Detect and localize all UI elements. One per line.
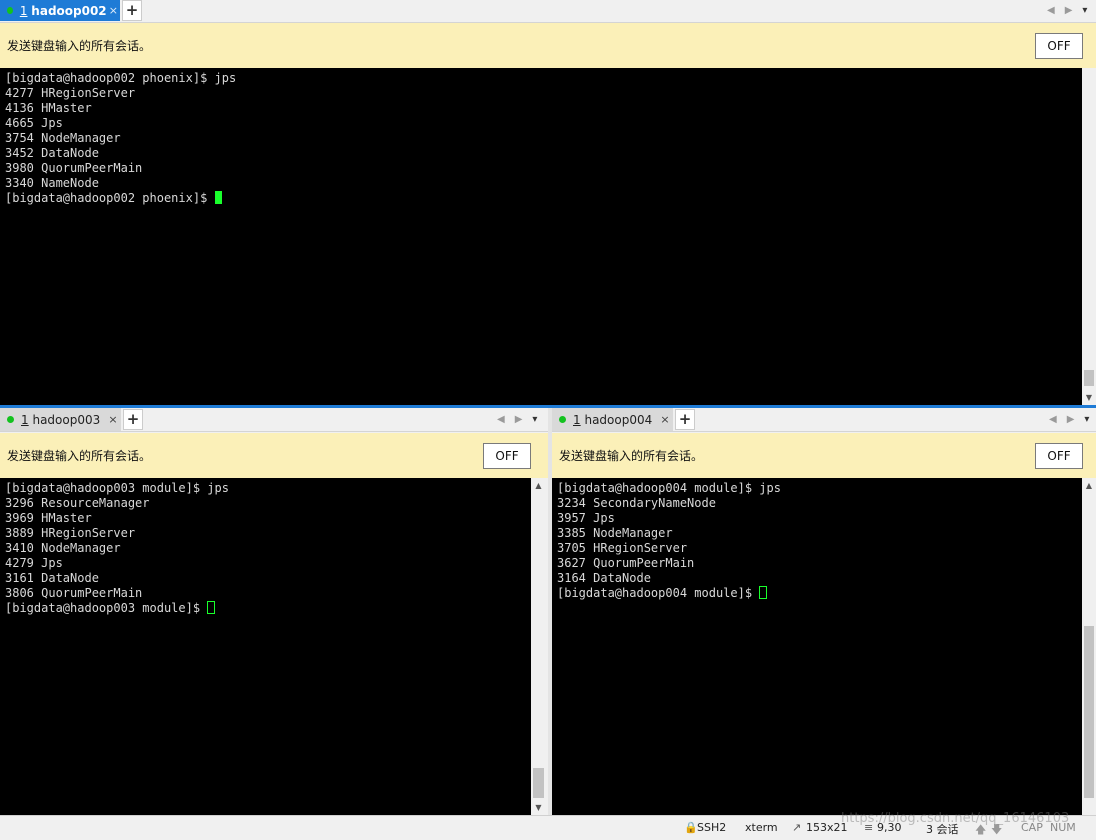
top-session-pane: 1 hadoop002 × + ◀ ▶ ▾ 发送键盘输入的所有会话。 OFF [… (0, 0, 1096, 405)
connected-dot-icon (559, 416, 566, 423)
tab-next-icon[interactable]: ▶ (1065, 5, 1073, 16)
scroll-up-icon[interactable]: ▲ (531, 478, 546, 493)
left-tab-bar: 1 hadoop003 × + ◀ ▶ ▾ (0, 408, 548, 432)
terminal-line: 3806 QuorumPeerMain (5, 586, 143, 600)
banner-message: 发送键盘输入的所有会话。 (7, 39, 152, 53)
terminal-line: 3410 NodeManager (5, 541, 121, 555)
terminal-prompt: [bigdata@hadoop003 module]$ (5, 601, 208, 615)
terminal-prompt: [bigdata@hadoop002 phoenix]$ (5, 191, 215, 205)
connected-dot-icon (7, 7, 13, 14)
terminal-line: 3705 HRegionServer (557, 541, 688, 555)
tab-hadoop003[interactable]: 1 hadoop003 × (0, 408, 121, 431)
tab-hadoop004[interactable]: 1 hadoop004 × (552, 408, 673, 431)
terminal-output: [bigdata@hadoop004 module]$ jps 3234 Sec… (552, 478, 1082, 601)
terminal-line: [bigdata@hadoop003 module]$ jps (5, 481, 229, 495)
terminal-hadoop003[interactable]: [bigdata@hadoop003 module]$ jps 3296 Res… (0, 478, 531, 815)
terminal-line: 3754 NodeManager (5, 131, 121, 145)
terminal-hadoop004[interactable]: [bigdata@hadoop004 module]$ jps 3234 Sec… (552, 478, 1082, 815)
terminal-cursor (759, 586, 768, 599)
right-session-pane: 1 hadoop004 × + ◀ ▶ ▾ 发送键盘输入的所有会话。 OFF [… (552, 408, 1096, 815)
terminal-line: 4277 HRegionServer (5, 86, 136, 100)
tab-prev-icon[interactable]: ◀ (1049, 414, 1057, 425)
watermark-text: https://blog.csdn.net/qq_16146103 (841, 811, 1070, 826)
send-all-banner: 发送键盘输入的所有会话。 OFF (0, 433, 548, 478)
left-session-pane: 1 hadoop003 × + ◀ ▶ ▾ 发送键盘输入的所有会话。 OFF [… (0, 408, 548, 815)
off-button[interactable]: OFF (1035, 442, 1083, 469)
terminal-line: [bigdata@hadoop004 module]$ jps (557, 481, 781, 495)
close-tab-icon[interactable]: × (105, 413, 121, 426)
scrollbar-thumb[interactable] (1084, 626, 1094, 798)
terminal-line: 4136 HMaster (5, 101, 92, 115)
lock-icon: 🔒 (684, 821, 698, 834)
tab-number: 1 (573, 412, 581, 427)
tab-menu-icon[interactable]: ▾ (1084, 414, 1089, 425)
tab-prev-icon[interactable]: ◀ (1047, 5, 1055, 16)
banner-message: 发送键盘输入的所有会话。 (559, 449, 704, 463)
tab-menu-icon[interactable]: ▾ (532, 414, 537, 425)
terminal-hadoop002[interactable]: [bigdata@hadoop002 phoenix]$ jps 4277 HR… (0, 68, 1082, 405)
tab-title: hadoop002 (31, 3, 107, 18)
add-tab-button[interactable]: + (122, 0, 142, 21)
tab-number: 1 (21, 412, 29, 427)
terminal-line: 3161 DataNode (5, 571, 99, 585)
close-tab-icon[interactable]: × (107, 4, 120, 17)
send-all-banner: 发送键盘输入的所有会话。 OFF (0, 23, 1096, 68)
terminal-prompt: [bigdata@hadoop004 module]$ (557, 586, 760, 600)
add-tab-button[interactable]: + (675, 409, 695, 430)
send-all-banner: 发送键盘输入的所有会话。 OFF (552, 433, 1096, 478)
terminal-line: 3452 DataNode (5, 146, 99, 160)
terminal-line: 3164 DataNode (557, 571, 651, 585)
scroll-down-icon[interactable]: ▼ (1082, 390, 1096, 405)
terminal-cursor (207, 601, 216, 614)
terminal-line: 4279 Jps (5, 556, 63, 570)
tab-prev-icon[interactable]: ◀ (497, 414, 505, 425)
tab-hadoop002[interactable]: 1 hadoop002 × (0, 0, 120, 21)
terminal-cursor (214, 191, 222, 204)
vertical-scrollbar[interactable]: ▲ (1082, 478, 1096, 815)
tab-number: 1 (19, 3, 28, 18)
vertical-scrollbar[interactable]: ▼ (1082, 68, 1096, 405)
tab-nav-controls: ◀ ▶ ▾ (1047, 0, 1087, 21)
terminal-output: [bigdata@hadoop002 phoenix]$ jps 4277 HR… (0, 68, 1082, 206)
terminal-line: 4665 Jps (5, 116, 63, 130)
top-tab-bar: 1 hadoop002 × + ◀ ▶ ▾ (0, 0, 1096, 23)
terminal-line: [bigdata@hadoop002 phoenix]$ jps (5, 71, 237, 85)
scrollbar-thumb[interactable] (533, 768, 544, 798)
scroll-down-icon[interactable]: ▼ (531, 800, 546, 815)
status-bar: 🔒 SSH2 xterm ↗ 153x21 ≡ 9,30 3 会话 🡅 🡇 CA… (0, 811, 1096, 839)
terminal-line: 3234 SecondaryNameNode (557, 496, 716, 510)
terminal-line: 3969 HMaster (5, 511, 92, 525)
status-protocol: SSH2 (697, 821, 727, 834)
terminal-line: 3385 NodeManager (557, 526, 673, 540)
tab-nav-controls: ◀ ▶ ▾ (1049, 409, 1089, 430)
off-button[interactable]: OFF (1035, 32, 1083, 59)
terminal-line: 3957 Jps (557, 511, 615, 525)
connected-dot-icon (7, 416, 14, 423)
terminal-output: [bigdata@hadoop003 module]$ jps 3296 Res… (0, 478, 531, 616)
resize-icon: ↗ (792, 821, 802, 834)
right-tab-bar: 1 hadoop004 × + ◀ ▶ ▾ (552, 408, 1096, 432)
tab-menu-icon[interactable]: ▾ (1082, 5, 1087, 16)
tab-next-icon[interactable]: ▶ (515, 414, 523, 425)
add-tab-button[interactable]: + (123, 409, 143, 430)
terminal-line: 3980 QuorumPeerMain (5, 161, 143, 175)
terminal-line: 3627 QuorumPeerMain (557, 556, 695, 570)
scroll-up-icon[interactable]: ▲ (1082, 478, 1096, 493)
status-terminal-type: xterm (745, 821, 778, 834)
tab-title: hadoop004 (584, 412, 653, 427)
close-tab-icon[interactable]: × (657, 413, 673, 426)
vertical-scrollbar[interactable]: ▲ ▼ (531, 478, 546, 815)
banner-message: 发送键盘输入的所有会话。 (7, 449, 152, 463)
tab-title: hadoop003 (32, 412, 101, 427)
tab-nav-controls: ◀ ▶ ▾ (497, 409, 537, 430)
scrollbar-thumb[interactable] (1084, 370, 1094, 386)
off-button[interactable]: OFF (483, 442, 531, 469)
tab-next-icon[interactable]: ▶ (1067, 414, 1075, 425)
terminal-line: 3889 HRegionServer (5, 526, 136, 540)
terminal-line: 3340 NameNode (5, 176, 99, 190)
terminal-line: 3296 ResourceManager (5, 496, 150, 510)
